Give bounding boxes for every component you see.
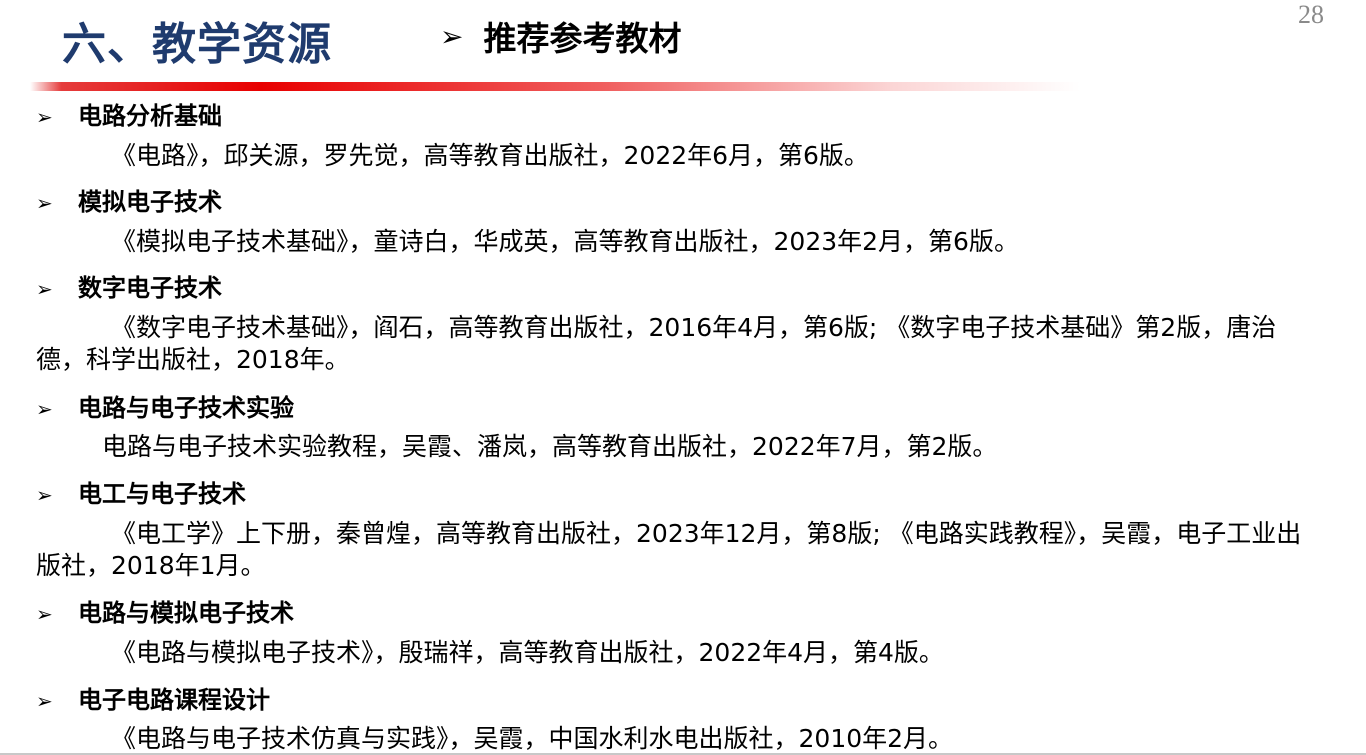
item-heading-label: 电路分析基础 [78, 102, 222, 130]
item-heading: ➢ 数字电子技术 [36, 268, 222, 303]
arrow-bullet-icon: ➢ [440, 19, 464, 53]
item-text: 《数字电子技术基础》，阎石，高等教育出版社，2016年4月，第6版; 《数字电子… [36, 313, 1277, 374]
item-heading: ➢ 电子电路课程设计 [36, 680, 270, 715]
item-heading: ➢ 电工与电子技术 [36, 474, 246, 509]
item-heading: ➢ 电路与电子技术实验 [36, 388, 294, 423]
item-heading-label: 电路与模拟电子技术 [78, 599, 294, 627]
arrow-bullet-icon: ➢ [36, 397, 53, 421]
item-heading-label: 电路与电子技术实验 [78, 394, 294, 422]
item-text: 《电工学》上下册，秦曾煌，高等教育出版社，2023年12月，第8版; 《电路实践… [36, 519, 1302, 580]
arrow-bullet-icon: ➢ [36, 277, 53, 301]
section-title: 六、教学资源 [62, 19, 332, 70]
arrow-bullet-icon: ➢ [36, 602, 53, 626]
item-heading: ➢ 电路分析基础 [36, 96, 222, 131]
slide-subtitle: 推荐参考教材 [483, 19, 682, 58]
subtitle-group: ➢ 推荐参考教材 [440, 12, 681, 60]
page-number: 28 [1298, 0, 1324, 29]
item-heading: ➢ 模拟电子技术 [36, 182, 222, 217]
slide: 六、教学资源 ➢ 推荐参考教材 28 ➢ 电路分析基础 《电路》，邱关源，罗先觉，高… [0, 0, 1366, 755]
item-text: 《电路与电子技术仿真与实践》，吴霞，中国水利水电出版社，2010年2月。 [111, 724, 954, 753]
item-text: 《电路与模拟电子技术》，殷瑞祥，高等教育出版社，2022年4月，第4版。 [111, 638, 944, 667]
item-text: 《模拟电子技术基础》，童诗白，华成英，高等教育出版社，2023年2月，第6版。 [111, 227, 1019, 256]
item-text: 电路与电子技术实验教程，吴霞、潘岚，高等教育出版社，2022年7月，第2版。 [102, 432, 998, 461]
title-divider [30, 82, 1080, 91]
item-text: 《电路》，邱关源，罗先觉，高等教育出版社，2022年6月，第6版。 [111, 141, 869, 170]
item-heading-label: 电子电路课程设计 [78, 686, 270, 714]
item-heading-label: 数字电子技术 [78, 274, 222, 302]
item-heading-label: 模拟电子技术 [78, 188, 222, 216]
arrow-bullet-icon: ➢ [36, 191, 53, 215]
arrow-bullet-icon: ➢ [36, 483, 53, 507]
item-heading-label: 电工与电子技术 [78, 480, 246, 508]
item-heading: ➢ 电路与模拟电子技术 [36, 593, 294, 628]
arrow-bullet-icon: ➢ [36, 105, 53, 129]
arrow-bullet-icon: ➢ [36, 689, 53, 713]
